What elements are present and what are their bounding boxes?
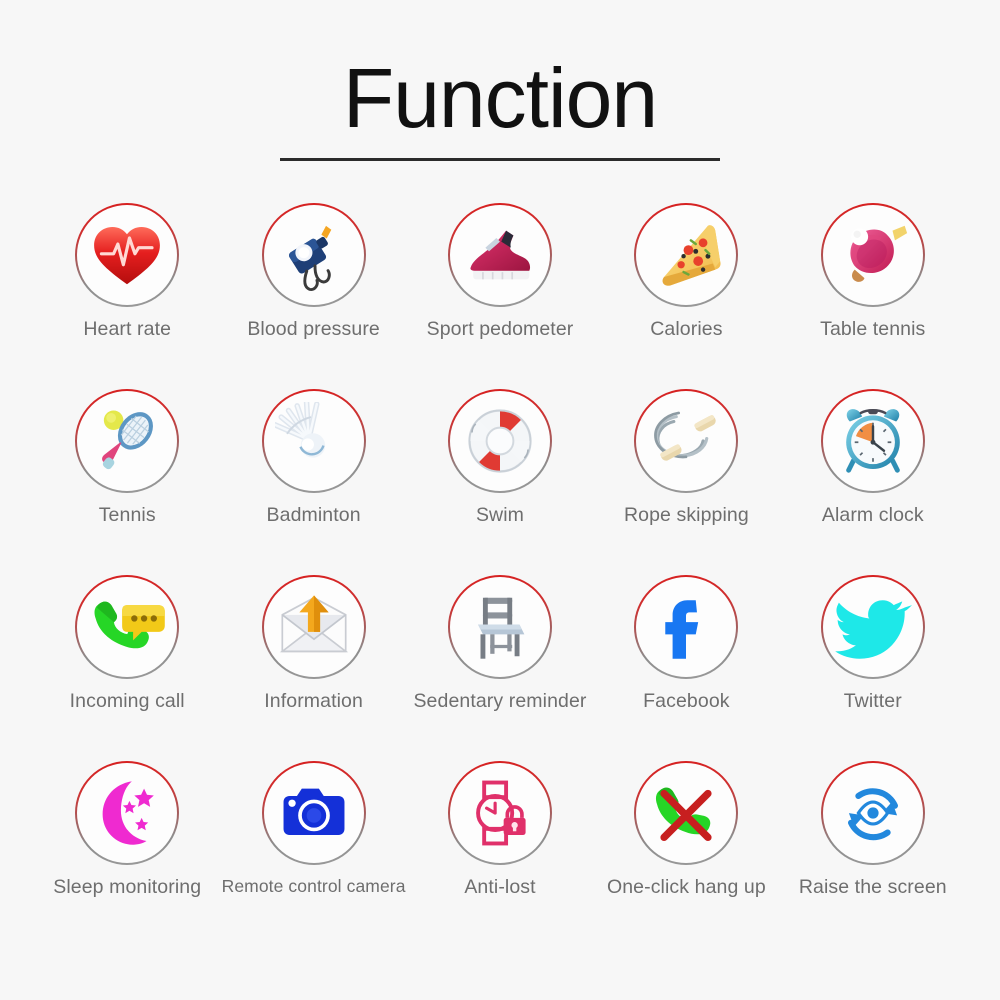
icon-ring[interactable]: [75, 575, 179, 679]
icon-ring[interactable]: [821, 389, 925, 493]
icon-ring[interactable]: [262, 575, 366, 679]
icon-ring[interactable]: [448, 203, 552, 307]
function-item-label: Sedentary reminder: [413, 690, 587, 713]
running-shoe-icon: [470, 230, 531, 280]
icon-ring[interactable]: [821, 761, 925, 865]
function-item-label: Incoming call: [69, 690, 185, 713]
shuttlecock-icon: [274, 402, 325, 458]
function-item[interactable]: Blood pressure: [220, 203, 406, 389]
chair-icon: [478, 597, 525, 659]
hang-up-icon: [656, 787, 712, 842]
function-item[interactable]: Table tennis: [780, 203, 966, 389]
icon-ring[interactable]: [634, 575, 738, 679]
icon-ring[interactable]: [448, 761, 552, 865]
icon-ring[interactable]: [634, 761, 738, 865]
function-item-label: Twitter: [843, 690, 902, 713]
function-item-label: Facebook: [643, 690, 730, 713]
raise-screen-icon: [847, 788, 898, 841]
function-item[interactable]: Heart rate: [34, 203, 220, 389]
function-grid: Heart rate Blood pressure Sport pedomete…: [0, 203, 1000, 947]
icon-ring[interactable]: [262, 761, 366, 865]
function-item[interactable]: Incoming call: [34, 575, 220, 761]
heart-rate-icon: [94, 227, 161, 285]
function-item[interactable]: Rope skipping: [593, 389, 779, 575]
function-item-label: Blood pressure: [247, 318, 380, 341]
icon-ring[interactable]: [262, 389, 366, 493]
pizza-slice-icon: [662, 225, 721, 286]
function-item[interactable]: One-click hang up: [593, 761, 779, 947]
function-item[interactable]: Sleep monitoring: [34, 761, 220, 947]
function-item-label: Calories: [650, 318, 723, 341]
icon-ring[interactable]: [75, 761, 179, 865]
function-item-label: Heart rate: [83, 318, 172, 341]
function-item-label: Sleep monitoring: [53, 876, 202, 899]
incoming-call-icon: [94, 601, 165, 649]
function-item[interactable]: Twitter: [780, 575, 966, 761]
function-item[interactable]: Information: [220, 575, 406, 761]
function-item[interactable]: Sport pedometer: [407, 203, 593, 389]
tennis-racket-icon: [102, 410, 154, 470]
function-item[interactable]: Facebook: [593, 575, 779, 761]
twitter-bird-icon: [835, 600, 912, 659]
function-item-label: Badminton: [266, 504, 361, 527]
icon-ring[interactable]: [448, 575, 552, 679]
function-item-label: Remote control camera: [221, 876, 406, 897]
function-item[interactable]: Remote control camera: [220, 761, 406, 947]
function-item-label: Raise the screen: [798, 876, 947, 899]
function-item-label: One-click hang up: [606, 876, 766, 899]
function-item-label: Tennis: [98, 504, 156, 527]
function-item-label: Information: [264, 690, 363, 713]
facebook-icon: [665, 600, 699, 659]
moon-stars-icon: [102, 781, 154, 845]
function-item-label: Anti-lost: [464, 876, 536, 899]
function-item[interactable]: Badminton: [220, 389, 406, 575]
function-item[interactable]: Calories: [593, 203, 779, 389]
function-item-label: Alarm clock: [821, 504, 924, 527]
table-tennis-icon: [850, 225, 907, 283]
watch-lock-icon: [476, 780, 526, 846]
function-page: Function Heart rate Blood pressure Sport…: [0, 0, 1000, 1000]
page-header: Function: [0, 0, 1000, 162]
title-underline: [280, 158, 720, 162]
icon-ring[interactable]: [634, 203, 738, 307]
function-item[interactable]: Anti-lost: [407, 761, 593, 947]
camera-icon: [283, 788, 345, 836]
function-item-label: Table tennis: [820, 318, 926, 341]
function-item[interactable]: Raise the screen: [780, 761, 966, 947]
page-title: Function: [342, 51, 658, 145]
icon-ring[interactable]: [821, 203, 925, 307]
icon-ring[interactable]: [75, 203, 179, 307]
icon-ring[interactable]: [262, 203, 366, 307]
function-item-label: Swim: [475, 504, 525, 527]
envelope-icon: [279, 595, 348, 653]
function-item-label: Sport pedometer: [426, 318, 574, 341]
blood-pressure-icon: [288, 226, 331, 292]
icon-ring[interactable]: [821, 575, 925, 679]
alarm-clock-icon: [845, 409, 900, 473]
function-item[interactable]: Alarm clock: [780, 389, 966, 575]
function-item[interactable]: Tennis: [34, 389, 220, 575]
life-ring-icon: [468, 409, 532, 473]
jump-rope-icon: [654, 411, 717, 461]
icon-ring[interactable]: [75, 389, 179, 493]
function-item[interactable]: Sedentary reminder: [407, 575, 593, 761]
icon-ring[interactable]: [634, 389, 738, 493]
function-item-label: Rope skipping: [623, 504, 749, 527]
function-item[interactable]: Swim: [407, 389, 593, 575]
icon-ring[interactable]: [448, 389, 552, 493]
